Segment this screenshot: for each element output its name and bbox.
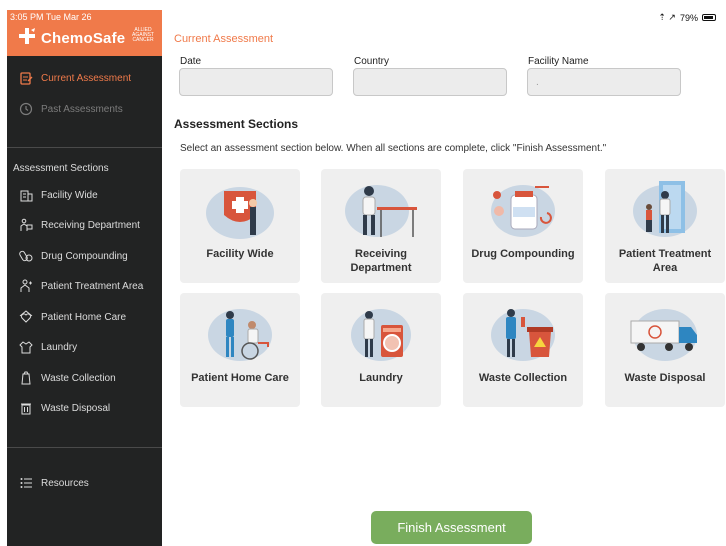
sidebar-item-label: Patient Treatment Area [41, 280, 144, 292]
sidebar-item-label: Waste Disposal [41, 402, 111, 414]
card-label: Patient Treatment Area [618, 248, 712, 274]
sidebar-item-past-assessments[interactable]: Past Assessments [7, 96, 162, 122]
card-label: Facility Wide [206, 248, 274, 260]
waste-collection-icon [17, 369, 35, 387]
assessment-sections-title: Assessment Sections [174, 117, 299, 131]
sidebar-item-label: Facility Wide [41, 189, 98, 201]
card-waste-disposal[interactable]: Waste Disposal [605, 293, 725, 407]
sidebar-divider [7, 447, 162, 448]
page-title: Current Assessment [174, 33, 274, 45]
card-label: Waste Disposal [624, 372, 706, 384]
sidebar-item-label: Laundry [41, 341, 78, 353]
status-time: 3:05 PM Tue Mar 26 [10, 12, 92, 22]
instructions-text: Select an assessment section below. When… [180, 143, 607, 154]
brand-tagline: ALLIED AGAINST CANCER [132, 27, 154, 43]
chemosafe-logo-icon [19, 28, 35, 44]
clipboard-icon [17, 69, 35, 87]
building-icon [17, 186, 35, 204]
country-label: Country [354, 56, 390, 67]
brand-name: ChemoSafe [41, 30, 126, 47]
sidebar-item-facility-wide[interactable]: Facility Wide [7, 182, 162, 208]
laundry-icon [17, 338, 35, 356]
app-window: ChemoSafe ALLIED AGAINST CANCER Current … [0, 0, 726, 546]
card-patient-treatment-area[interactable]: Patient Treatment Area [605, 169, 725, 283]
sidebar-item-waste-collection[interactable]: Waste Collection [7, 365, 162, 391]
sidebar-item-label: Receiving Department [41, 219, 140, 231]
waste-collection-illustration-icon [491, 309, 555, 361]
card-laundry[interactable]: Laundry [321, 293, 441, 407]
sidebar-item-label: Waste Collection [41, 372, 116, 384]
signal-icon: ⇡ ↗ [658, 12, 676, 22]
sidebar-item-waste-disposal[interactable]: Waste Disposal [7, 395, 162, 421]
treatment-illustration-icon [633, 181, 697, 237]
card-label: Receiving Department [350, 248, 412, 274]
finish-assessment-button[interactable]: Finish Assessment [371, 511, 532, 544]
country-field[interactable] [353, 68, 507, 96]
card-label: Waste Collection [478, 372, 568, 384]
card-facility-wide[interactable]: Facility Wide [180, 169, 300, 283]
sidebar-divider [7, 147, 162, 148]
sidebar-item-drug-compounding[interactable]: Drug Compounding [7, 243, 162, 269]
sidebar-item-label: Past Assessments [41, 103, 123, 115]
card-drug-compounding[interactable]: Drug Compounding [463, 169, 583, 283]
laundry-illustration-icon [351, 309, 411, 361]
date-label: Date [180, 56, 202, 67]
sidebar-item-current-assessment[interactable]: Current Assessment [7, 65, 162, 91]
sidebar-item-resources[interactable]: Resources [7, 470, 162, 496]
compounding-icon [17, 247, 35, 265]
compounding-illustration-icon [491, 185, 555, 237]
sidebar-item-label: Patient Home Care [41, 311, 127, 323]
card-label: Patient Home Care [191, 372, 289, 384]
sidebar: ChemoSafe ALLIED AGAINST CANCER Current … [7, 10, 162, 546]
card-label: Laundry [359, 372, 403, 384]
status-indicators: ⇡ ↗ 79% [658, 12, 716, 23]
home-care-illustration-icon [208, 309, 272, 361]
history-icon [17, 100, 35, 118]
trash-icon [17, 399, 35, 417]
waste-disposal-illustration-icon [630, 309, 697, 361]
sidebar-item-label: Resources [41, 477, 89, 489]
list-icon [17, 474, 35, 492]
receiving-illustration-icon [345, 185, 417, 237]
facility-name-field[interactable] [527, 68, 681, 96]
sidebar-item-label: Current Assessment [41, 72, 132, 84]
card-patient-home-care[interactable]: Patient Home Care [180, 293, 300, 407]
facility-name-label: Facility Name [528, 56, 589, 67]
facility-illustration-icon [206, 187, 274, 239]
card-label: Drug Compounding [471, 248, 575, 260]
sidebar-item-patient-home-care[interactable]: Patient Home Care [7, 304, 162, 330]
card-receiving-department[interactable]: Receiving Department [321, 169, 441, 283]
sidebar-item-label: Drug Compounding [41, 250, 128, 262]
battery-percentage: 79% [679, 12, 698, 23]
home-care-icon [17, 308, 35, 326]
sidebar-item-patient-treatment-area[interactable]: Patient Treatment Area [7, 273, 162, 299]
sidebar-item-laundry[interactable]: Laundry [7, 334, 162, 360]
sidebar-item-receiving-department[interactable]: Receiving Department [7, 212, 162, 238]
treatment-icon [17, 277, 35, 295]
sidebar-sections-heading: Assessment Sections [13, 163, 109, 174]
receiving-icon [17, 216, 35, 234]
date-field[interactable] [179, 68, 333, 96]
battery-icon [702, 14, 716, 21]
card-waste-collection[interactable]: Waste Collection [463, 293, 583, 407]
